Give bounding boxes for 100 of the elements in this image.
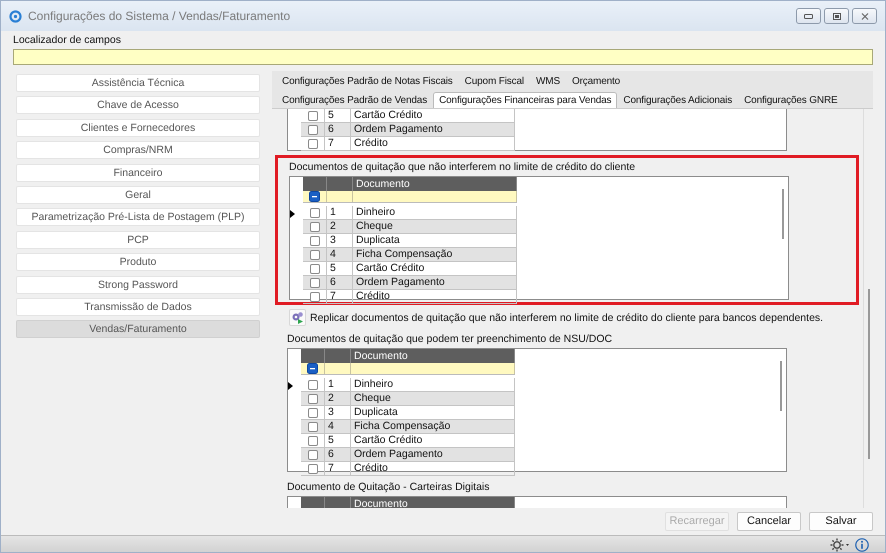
sidebar-item[interactable]: Strong Password	[16, 276, 260, 294]
table-cell: 2	[325, 392, 351, 405]
sidebar-item[interactable]: Transmissão de Dados	[16, 298, 260, 316]
table-cell: 6	[327, 276, 353, 289]
window-title: Configurações do Sistema / Vendas/Faturamento	[28, 9, 292, 23]
table-cell: Duplicata	[351, 406, 515, 419]
section-title: Documento de Quitação - Carteiras Digitais	[287, 480, 491, 495]
table-cell: 7	[327, 290, 353, 303]
table-cell: Cheque	[351, 392, 515, 405]
field-label: Localizador de campos	[13, 34, 122, 47]
sidebar-item[interactable]: Vendas/Faturamento	[16, 320, 260, 338]
tab[interactable]: Configurações Financeiras para Vendas	[433, 92, 618, 108]
scrollbar-thumb[interactable]	[780, 361, 782, 411]
sidebar-item[interactable]: Assistência Técnica	[16, 74, 260, 92]
table-cell: 3	[325, 406, 351, 419]
table-cell: 1	[327, 206, 353, 219]
select-all-checkbox[interactable]	[309, 191, 320, 202]
table-cell: Ordem Pagamento	[353, 276, 517, 289]
checkbox[interactable]	[310, 292, 320, 302]
close-button[interactable]	[852, 8, 877, 24]
checkbox[interactable]	[308, 110, 318, 120]
table-cell: Duplicata	[353, 234, 517, 247]
footer-button[interactable]: Cancelar	[737, 512, 801, 530]
gears-icon	[291, 311, 304, 324]
table-cell: Cheque	[353, 220, 517, 233]
table-cell: Ficha Compensação	[351, 420, 515, 433]
table-cell: 2	[327, 220, 353, 233]
section-title: Documentos de quitação que não interferem no limite de crédito do cliente	[289, 160, 636, 175]
minimize-button[interactable]	[796, 8, 821, 24]
replicate-button[interactable]	[289, 309, 306, 326]
table-cell: Ordem Pagamento	[351, 123, 515, 136]
select-all-checkbox[interactable]	[307, 363, 318, 374]
checkbox[interactable]	[310, 278, 320, 288]
table-cell: Ordem Pagamento	[351, 448, 515, 461]
scrollbar-thumb[interactable]	[782, 189, 784, 239]
table-cell: Dinheiro	[351, 378, 515, 391]
column-header: Documento	[303, 177, 517, 191]
table-cell: Ficha Compensação	[353, 248, 517, 261]
checkbox[interactable]	[308, 408, 318, 418]
table-cell: Cartão Crédito	[351, 109, 515, 122]
table-cell: 6	[325, 123, 351, 136]
table-cell: Crédito	[351, 137, 515, 150]
table-cell: 5	[325, 434, 351, 447]
close-icon	[860, 12, 868, 20]
sidebar-item[interactable]: Chave de Acesso	[16, 96, 260, 114]
tab[interactable]: Configurações Padrão de Vendas	[276, 92, 434, 108]
checkbox[interactable]	[308, 124, 318, 134]
checkbox[interactable]	[310, 250, 320, 260]
section-title: Documentos de quitação que podem ter preenchimento de NSU/DOC	[287, 332, 614, 347]
gear-icon[interactable]	[830, 538, 850, 552]
checkbox[interactable]	[310, 236, 320, 246]
app-logo-icon	[9, 10, 22, 22]
table-cell: Cartão Crédito	[353, 262, 517, 275]
checkbox[interactable]	[308, 380, 318, 390]
table-cell: 5	[327, 262, 353, 275]
sidebar-item[interactable]: Financeiro	[16, 164, 260, 182]
tab[interactable]: Orçamento	[566, 73, 626, 89]
sidebar-item[interactable]: Produto	[16, 253, 260, 272]
table-cell: 3	[327, 234, 353, 247]
table-cell: 7	[325, 462, 351, 475]
column-header: Documento	[301, 497, 515, 508]
filter-row[interactable]	[303, 191, 517, 203]
table-cell: 5	[325, 109, 351, 122]
sidebar-item[interactable]: PCP	[16, 230, 260, 249]
maximize-icon	[832, 12, 840, 20]
checkbox[interactable]	[310, 222, 320, 232]
sidebar-item[interactable]: Compras/NRM	[16, 141, 260, 160]
table-cell: 7	[325, 137, 351, 150]
tab[interactable]: Configurações Adicionais	[617, 92, 738, 108]
checkbox[interactable]	[308, 138, 318, 148]
tab[interactable]: Cupom Fiscal	[458, 73, 530, 89]
table-cell: Dinheiro	[353, 206, 517, 219]
sidebar-item[interactable]: Geral	[16, 186, 260, 204]
checkbox[interactable]	[308, 436, 318, 446]
tab[interactable]: WMS	[530, 73, 566, 89]
tab[interactable]: Configurações Padrão de Notas Fiscais	[276, 73, 459, 89]
table-cell: 1	[325, 378, 351, 391]
filter-row[interactable]	[301, 363, 515, 375]
locator-field[interactable]	[13, 49, 873, 65]
table-cell: 4	[327, 248, 353, 261]
sidebar-item[interactable]: Parametrização Pré-Lista de Postagem (PLP)	[16, 208, 260, 226]
table-cell: 6	[325, 448, 351, 461]
table-cell: Crédito	[353, 290, 517, 303]
action-label: Replicar documentos de quitação que não interferem no limite de crédito do cliente para bancos dependentes.	[310, 312, 824, 324]
checkbox[interactable]	[308, 394, 318, 404]
checkbox[interactable]	[310, 264, 320, 274]
checkbox[interactable]	[308, 464, 318, 474]
checkbox[interactable]	[310, 208, 320, 218]
checkbox[interactable]	[308, 422, 318, 432]
maximize-button[interactable]	[824, 8, 849, 24]
scrollbar-thumb[interactable]	[868, 289, 870, 459]
tab[interactable]: Configurações GNRE	[738, 92, 844, 108]
sidebar-item[interactable]: Clientes e Fornecedores	[16, 118, 260, 137]
table-cell: Crédito	[351, 462, 515, 475]
column-header: Documento	[301, 349, 515, 363]
checkbox[interactable]	[308, 450, 318, 460]
footer-button[interactable]: Salvar	[809, 512, 873, 530]
table-cell: Cartão Crédito	[351, 434, 515, 447]
info-icon[interactable]	[855, 538, 869, 552]
minimize-icon	[804, 14, 813, 18]
